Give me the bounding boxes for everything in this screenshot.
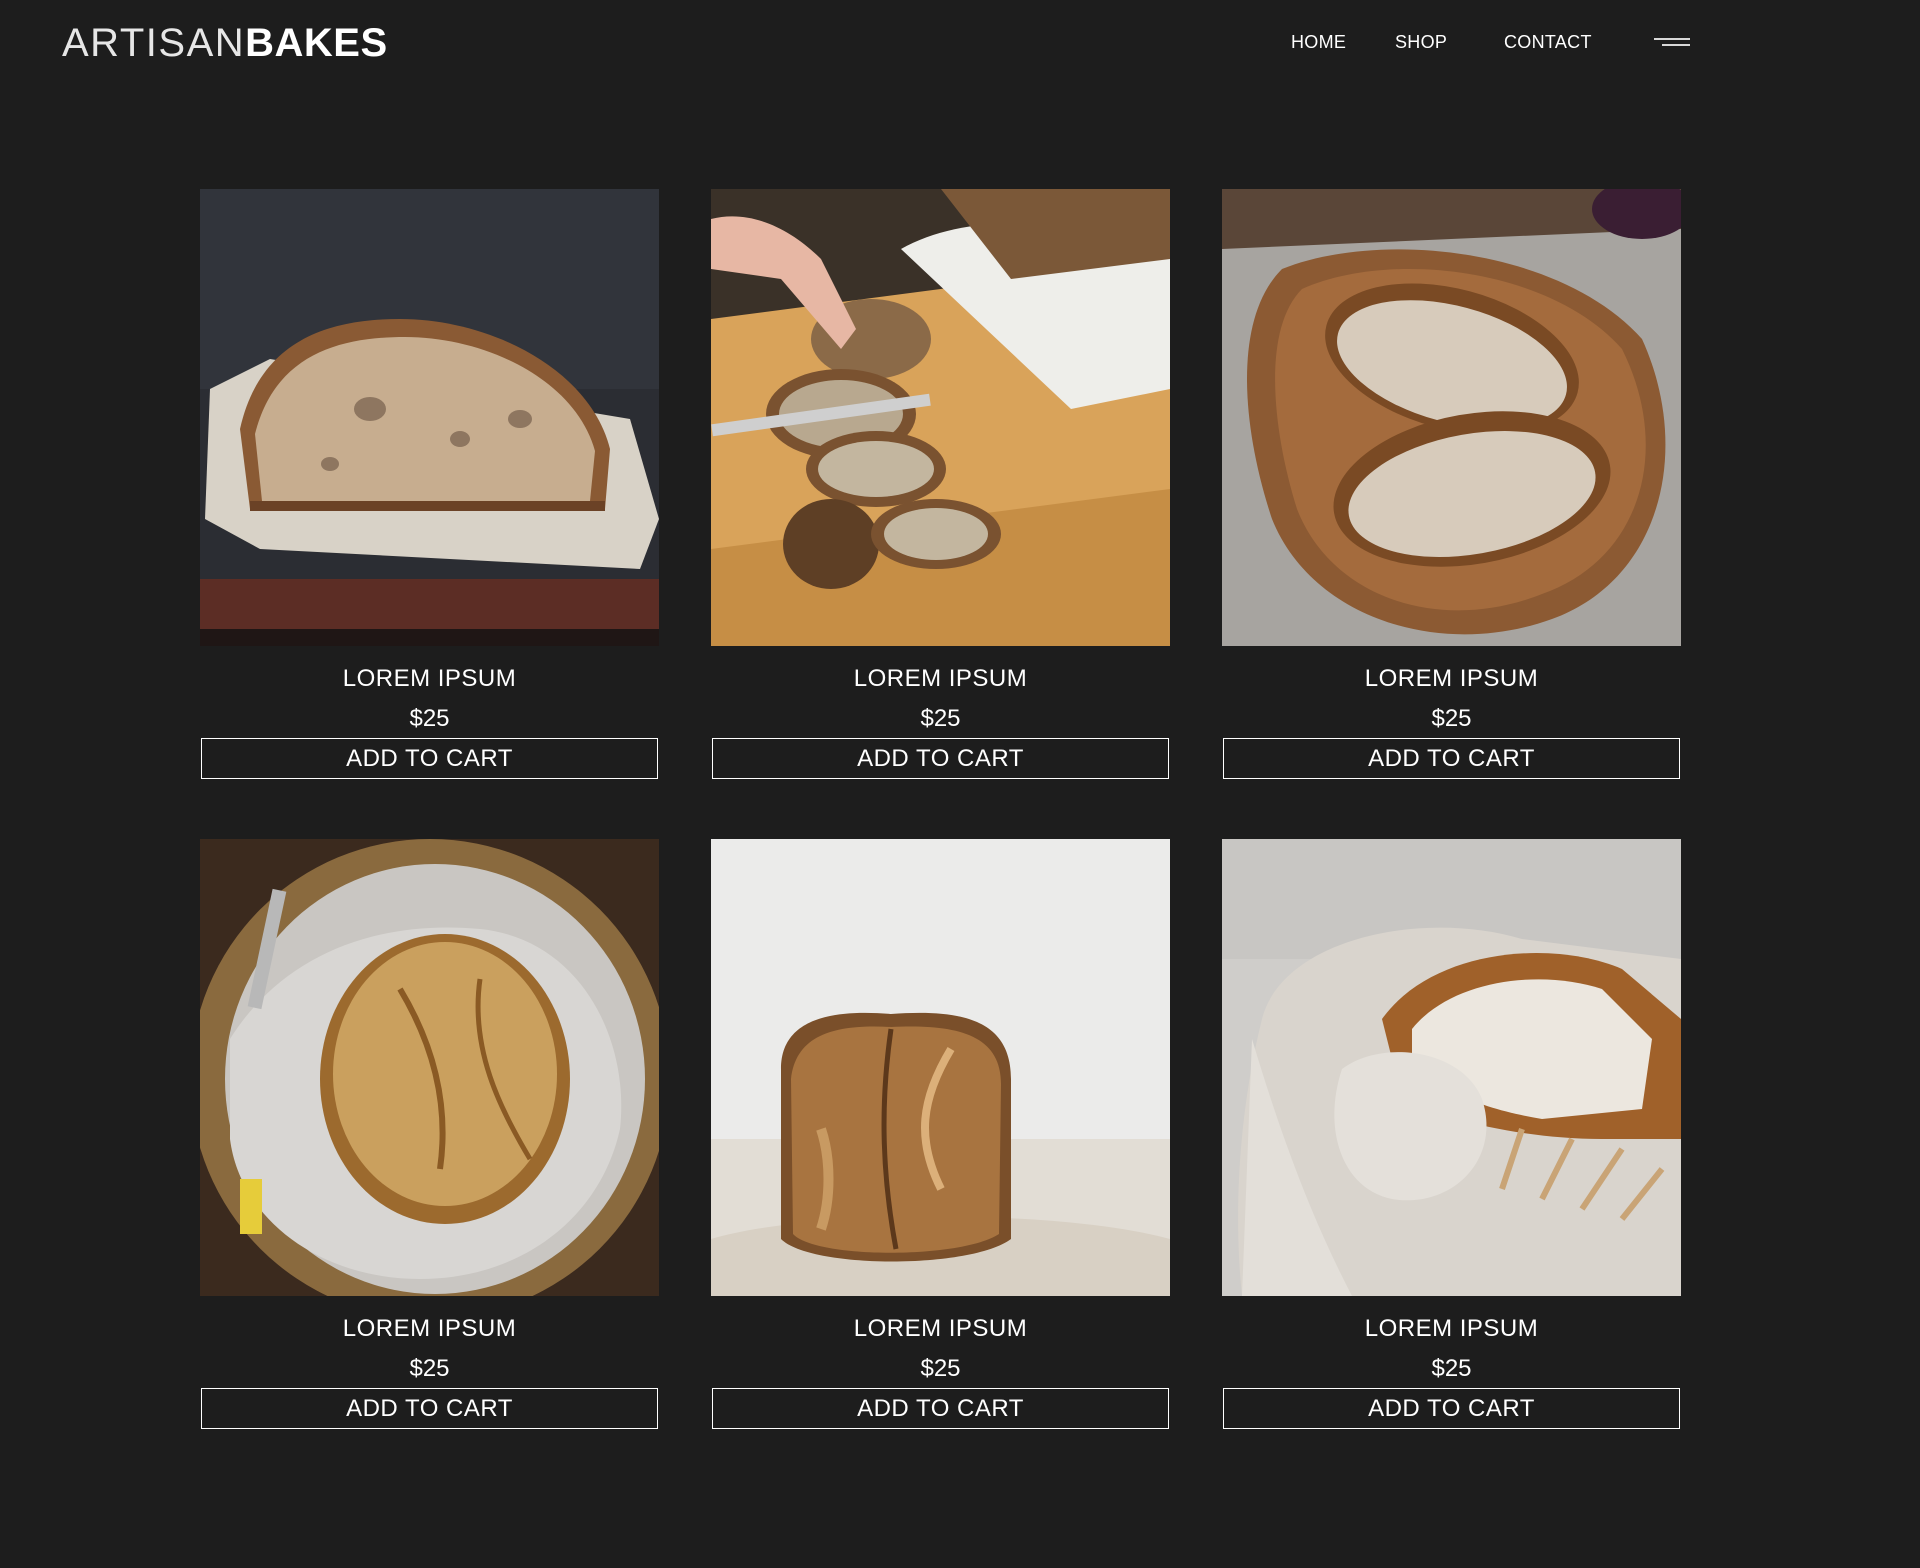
add-to-cart-button[interactable]: ADD TO CART bbox=[201, 738, 658, 779]
product-title: LOREM IPSUM bbox=[853, 1315, 1028, 1342]
product-image[interactable] bbox=[200, 189, 659, 646]
product-card: LOREM IPSUM $25 ADD TO CART bbox=[1222, 839, 1681, 1431]
add-to-cart-button[interactable]: ADD TO CART bbox=[1223, 738, 1680, 779]
nav-home-link[interactable]: HOME bbox=[1291, 30, 1346, 54]
product-card: LOREM IPSUM $25 ADD TO CART bbox=[200, 839, 659, 1431]
add-to-cart-button[interactable]: ADD TO CART bbox=[712, 738, 1169, 779]
product-image[interactable] bbox=[711, 189, 1170, 646]
product-price: $25 bbox=[409, 1355, 450, 1382]
product-price: $25 bbox=[920, 1355, 961, 1382]
product-card: LOREM IPSUM $25 ADD TO CART bbox=[1222, 189, 1681, 781]
product-title: LOREM IPSUM bbox=[342, 1315, 517, 1342]
add-to-cart-button[interactable]: ADD TO CART bbox=[1223, 1388, 1680, 1429]
product-image[interactable] bbox=[711, 839, 1170, 1296]
product-image[interactable] bbox=[1222, 839, 1681, 1296]
product-price: $25 bbox=[1431, 1355, 1472, 1382]
hamburger-icon[interactable] bbox=[1654, 35, 1692, 49]
menu-bar-bottom bbox=[1662, 44, 1690, 46]
product-price: $25 bbox=[409, 705, 450, 732]
tall-loaf-image bbox=[711, 839, 1170, 1296]
product-price: $25 bbox=[920, 705, 961, 732]
bread-in-basket-image bbox=[200, 839, 659, 1296]
bread-in-linen-image bbox=[1222, 839, 1681, 1296]
product-card: LOREM IPSUM $25 ADD TO CART bbox=[200, 189, 659, 781]
add-to-cart-button[interactable]: ADD TO CART bbox=[201, 1388, 658, 1429]
site-header: ARTISANBAKES HOME SHOP CONTACT bbox=[0, 0, 1920, 90]
nav-shop-link[interactable]: SHOP bbox=[1395, 30, 1447, 54]
menu-bar-top bbox=[1654, 38, 1690, 40]
nav-contact-link[interactable]: CONTACT bbox=[1504, 30, 1592, 54]
add-to-cart-button[interactable]: ADD TO CART bbox=[712, 1388, 1169, 1429]
bread-slicing-image bbox=[711, 189, 1170, 646]
product-card: LOREM IPSUM $25 ADD TO CART bbox=[711, 189, 1170, 781]
bread-on-plate-image bbox=[1222, 189, 1681, 646]
product-price: $25 bbox=[1431, 705, 1472, 732]
product-title: LOREM IPSUM bbox=[853, 665, 1028, 692]
bread-half-loaf-image bbox=[200, 189, 659, 646]
product-image[interactable] bbox=[1222, 189, 1681, 646]
product-image[interactable] bbox=[200, 839, 659, 1296]
product-card: LOREM IPSUM $25 ADD TO CART bbox=[711, 839, 1170, 1431]
product-title: LOREM IPSUM bbox=[1364, 1315, 1539, 1342]
product-title: LOREM IPSUM bbox=[342, 665, 517, 692]
main-nav: HOME SHOP CONTACT bbox=[0, 30, 1920, 56]
page: ARTISANBAKES HOME SHOP CONTACT LOREM IPS… bbox=[0, 0, 1920, 1568]
product-title: LOREM IPSUM bbox=[1364, 665, 1539, 692]
